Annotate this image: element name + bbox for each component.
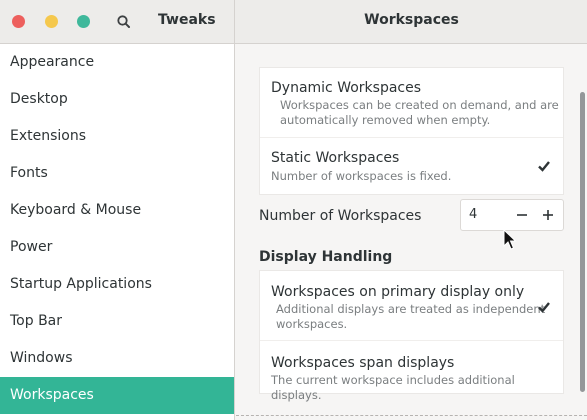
sidebar-item-startup-applications[interactable]: Startup Applications (0, 266, 234, 303)
scroll-overshoot-indicator (236, 415, 587, 416)
sidebar-item-appearance[interactable]: Appearance (0, 44, 234, 81)
sidebar-item-label: Top Bar (10, 313, 63, 329)
mouse-pointer-icon (503, 228, 517, 251)
search-icon[interactable] (114, 12, 134, 32)
close-icon[interactable] (12, 15, 25, 28)
primary-display-only-subtitle: Additional displays are treated as indep… (276, 302, 546, 316)
sidebar-item-label: Keyboard & Mouse (10, 202, 142, 218)
minus-icon[interactable] (515, 208, 529, 222)
sidebar-item-label: Power (10, 239, 53, 255)
sidebar-item-label: Workspaces (10, 387, 94, 403)
sidebar-item-fonts[interactable]: Fonts (0, 155, 234, 192)
sidebar-header: Tweaks (0, 0, 235, 43)
display-handling-list: Workspaces on primary display only Addit… (259, 270, 564, 402)
maximize-icon[interactable] (77, 15, 90, 28)
plus-icon[interactable] (541, 208, 555, 222)
minimize-icon[interactable] (45, 15, 58, 28)
sidebar-item-extensions[interactable]: Extensions (0, 118, 234, 155)
sidebar-item-desktop[interactable]: Desktop (0, 81, 234, 118)
sidebar-item-label: Fonts (10, 165, 48, 181)
static-workspaces-subtitle: Number of workspaces is fixed. (271, 169, 452, 183)
sidebar-item-power[interactable]: Power (0, 229, 234, 266)
span-displays-option[interactable]: Workspaces span displays The current wor… (260, 341, 563, 402)
workspace-mode-list: Dynamic Workspaces Workspaces can be cre… (259, 67, 564, 195)
static-workspaces-title: Static Workspaces (271, 150, 400, 166)
sidebar-item-workspaces[interactable]: Workspaces (0, 377, 234, 414)
static-workspaces-option[interactable]: Static Workspaces Number of workspaces i… (260, 138, 563, 194)
sidebar-item-windows[interactable]: Windows (0, 340, 234, 377)
dynamic-workspaces-subtitle: Workspaces can be created on demand, and… (280, 98, 559, 112)
sidebar-item-label: Startup Applications (10, 276, 152, 292)
header-bar: Tweaks Workspaces (0, 0, 587, 44)
dynamic-workspaces-subtitle-2: automatically removed when empty. (280, 113, 491, 127)
primary-display-only-title: Workspaces on primary display only (271, 284, 525, 300)
workspaces-count-value[interactable]: 4 (469, 207, 477, 222)
number-of-workspaces-label: Number of Workspaces (259, 208, 422, 224)
sidebar-item-label: Windows (10, 350, 73, 366)
dynamic-workspaces-title: Dynamic Workspaces (271, 80, 422, 96)
sidebar-item-top-bar[interactable]: Top Bar (0, 303, 234, 340)
sidebar-item-label: Desktop (10, 91, 68, 107)
sidebar-item-label: Appearance (10, 54, 95, 70)
span-displays-title: Workspaces span displays (271, 355, 455, 371)
page-title: Workspaces (364, 12, 459, 28)
app-title: Tweaks (158, 12, 216, 28)
primary-display-only-option[interactable]: Workspaces on primary display only Addit… (260, 271, 563, 339)
sidebar-item-label: Extensions (10, 128, 87, 144)
workspaces-count-spinner[interactable]: 4 (460, 199, 564, 231)
display-handling-heading: Display Handling (259, 249, 393, 265)
sidebar-item-keyboard-mouse[interactable]: Keyboard & Mouse (0, 192, 234, 229)
scrollbar[interactable] (580, 92, 585, 392)
sidebar: Appearance Desktop Extensions Fonts Keyb… (0, 44, 235, 420)
checkmark-icon (537, 301, 551, 313)
workspaces-panel: Dynamic Workspaces Workspaces can be cre… (236, 44, 587, 420)
primary-display-only-subtitle-2: workspaces. (276, 317, 348, 331)
span-displays-subtitle: The current workspace includes additiona… (271, 373, 515, 402)
checkmark-icon (537, 160, 551, 172)
dynamic-workspaces-option[interactable]: Dynamic Workspaces Workspaces can be cre… (260, 68, 563, 136)
